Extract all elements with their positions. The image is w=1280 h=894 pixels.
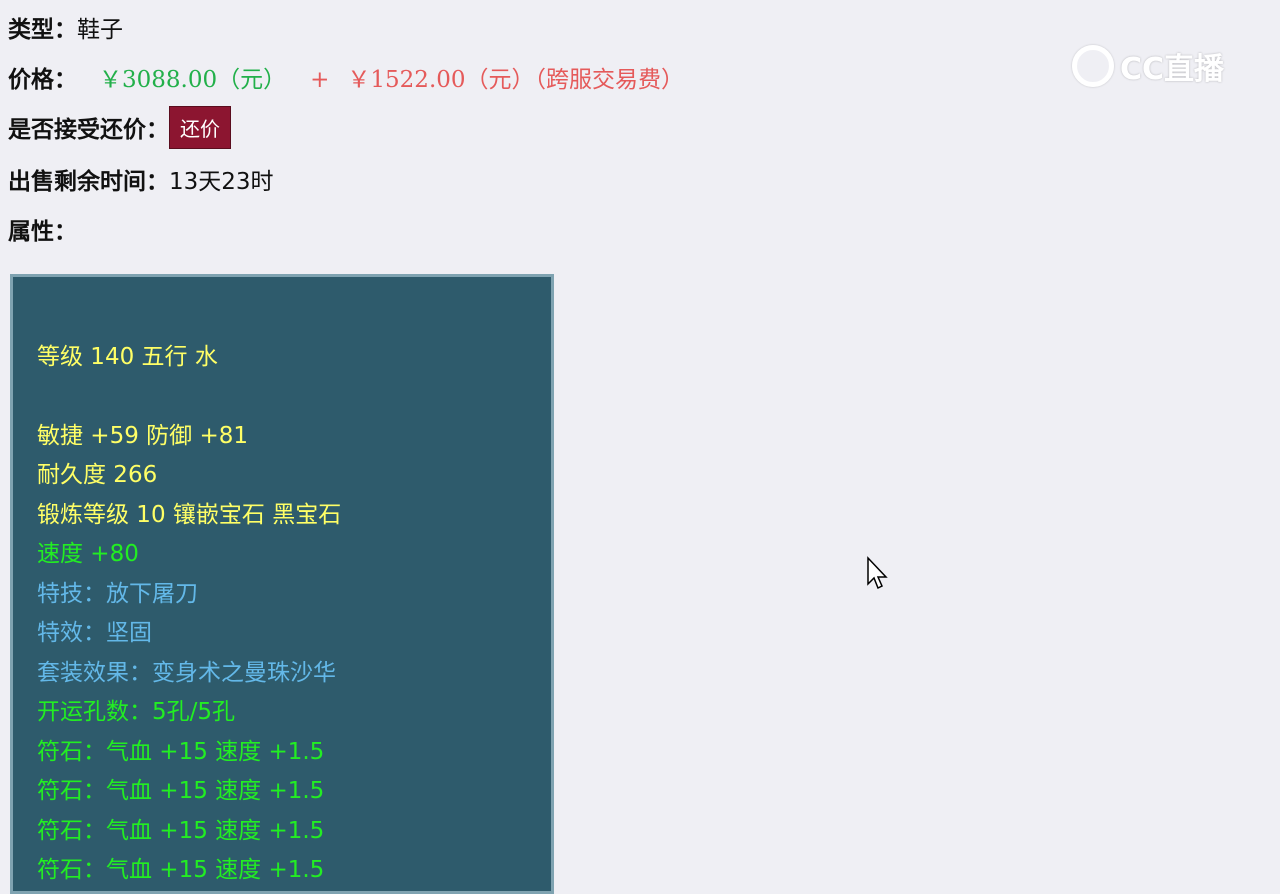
attr-line: 符石：气血 +15 速度 +1.5 [37,739,325,765]
attr-label: 属性： [8,219,77,245]
attr-line: 特效：坚固 [37,620,152,646]
attr-line: 锻炼等级 10 镶嵌宝石 黑宝石 [37,502,342,528]
attr-line: 套装效果：变身术之曼珠沙华 [37,660,336,686]
logo-text: CC直播 [1120,52,1225,87]
attr-line: 耐久度 266 [37,462,158,488]
attr-line: 敏捷 +59 防御 +81 [37,423,249,449]
price-label: 价格： [8,67,77,93]
time-label: 出售剩余时间： [8,169,169,195]
attr-line: 开运孔数：5孔/5孔 [37,699,236,725]
price-plus: + [310,67,330,93]
bargain-button[interactable]: 还价 [169,106,231,149]
price-fee: ￥1522.00（元） [347,67,535,93]
attr-row: 属性： [8,212,77,246]
price-main: ￥3088.00（元） [99,67,287,93]
price-fee-note: （跨服交易费） [534,67,685,93]
time-value: 13天23时 [169,169,274,195]
cc-live-logo: CC直播 [1072,44,1224,88]
mouse-cursor-icon [867,556,888,590]
attr-line: 符石：气血 +15 速度 +1.5 [37,778,325,804]
type-value: 鞋子 [77,17,123,43]
attr-line: 特技：放下屠刀 [37,581,198,607]
attr-line: 符石：气血 +15 速度 +1.5 [37,818,325,844]
attr-line: 速度 +80 [37,541,139,567]
attr-line: 等级 140 五行 水 [37,344,218,370]
price-row: 价格： ￥3088.00（元） + ￥1522.00（元）（跨服交易费） [8,60,684,94]
type-label: 类型： [8,17,77,43]
attribute-panel: 等级 140 五行 水 敏捷 +59 防御 +81 耐久度 266 锻炼等级 1… [10,274,554,894]
type-row: 类型：鞋子 [8,10,123,44]
attr-line: 符石：气血 +15 速度 +1.5 [37,857,325,883]
bargain-row: 是否接受还价： 还价 [8,106,231,149]
cc-logo-icon [1072,45,1114,87]
bargain-label: 是否接受还价： [8,117,169,143]
time-row: 出售剩余时间：13天23时 [8,162,274,196]
